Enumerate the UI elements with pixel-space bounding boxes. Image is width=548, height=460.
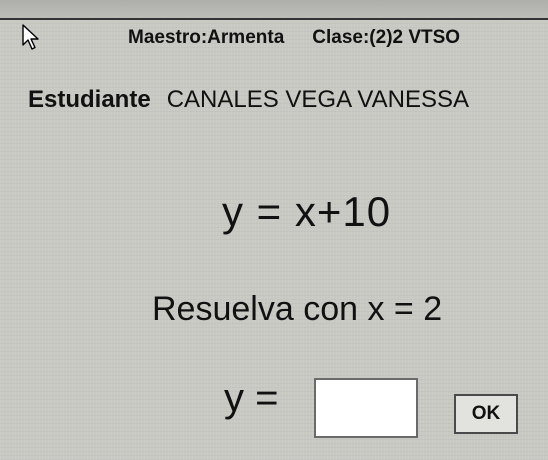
student-line: Estudiante CANALES VEGA VANESSA (28, 86, 469, 114)
arrow-cursor-icon (22, 24, 39, 50)
class-header: Maestro:Armenta Clase:(2)2 VTSO (128, 27, 460, 49)
instruction: Resuelva con x = 2 (152, 290, 443, 328)
equation: y = x+10 (222, 188, 392, 235)
answer-input[interactable] (314, 378, 418, 438)
student-name: CANALES VEGA VANESSA (166, 86, 470, 113)
teacher-label: Maestro:Armenta (128, 27, 285, 48)
answer-label: y = (224, 376, 279, 420)
top-bar (0, 0, 548, 20)
ok-button[interactable]: OK (454, 394, 518, 434)
class-label: Clase:(2)2 VTSO (312, 27, 461, 48)
student-label: Estudiante (28, 86, 151, 113)
